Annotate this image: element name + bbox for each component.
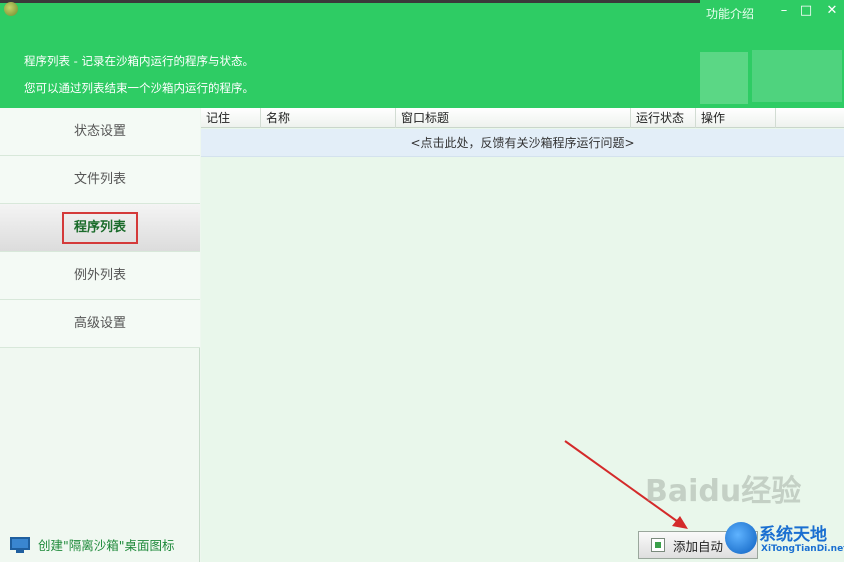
column-action[interactable]: 操作 bbox=[696, 108, 776, 128]
header-description-line1: 程序列表 - 记录在沙箱内运行的程序与状态。 bbox=[24, 54, 254, 68]
sidebar-item-label: 程序列表 bbox=[61, 212, 138, 244]
monitor-icon bbox=[10, 536, 30, 553]
site-logo-icon bbox=[725, 522, 757, 554]
sidebar-item-status-settings[interactable]: 状态设置 bbox=[0, 108, 200, 156]
shortcut-label: 创建"隔离沙箱"桌面图标 bbox=[38, 538, 175, 553]
add-icon bbox=[651, 538, 665, 552]
sidebar-item-program-list[interactable]: 程序列表 bbox=[0, 204, 200, 252]
sidebar-item-label: 文件列表 bbox=[73, 172, 126, 187]
feature-intro-link[interactable]: 功能介绍 bbox=[706, 5, 754, 22]
sidebar-item-advanced-settings[interactable]: 高级设置 bbox=[0, 300, 200, 348]
create-desktop-shortcut-link[interactable]: 创建"隔离沙箱"桌面图标 bbox=[10, 535, 175, 554]
column-run-status[interactable]: 运行状态 bbox=[631, 108, 696, 128]
blurred-image bbox=[752, 50, 842, 102]
header-description-line2: 您可以通过列表结束一个沙箱内运行的程序。 bbox=[24, 81, 254, 95]
sidebar-item-label: 例外列表 bbox=[73, 268, 126, 283]
column-name[interactable]: 名称 bbox=[261, 108, 396, 128]
sidebar-nav: 状态设置 文件列表 程序列表 例外列表 高级设置 创建"隔离沙箱"桌面图标 bbox=[0, 108, 200, 562]
column-window-title[interactable]: 窗口标题 bbox=[396, 108, 631, 128]
add-auto-button-label: 添加自动 bbox=[673, 538, 724, 554]
maximize-icon[interactable]: □ bbox=[796, 2, 816, 20]
site-watermark-title: 系统天地 bbox=[759, 525, 827, 545]
site-watermark-url: XiTongTianDi.net bbox=[761, 544, 844, 554]
column-remember[interactable]: 记住 bbox=[201, 108, 261, 128]
sidebar-item-label: 状态设置 bbox=[73, 124, 126, 139]
title-bar-strip bbox=[0, 0, 700, 3]
blurred-image bbox=[700, 52, 748, 104]
header-banner: 功能介绍 – □ ✕ 程序列表 - 记录在沙箱内运行的程序与状态。 您可以通过列… bbox=[0, 0, 844, 108]
site-watermark: 系统天地 XiTongTianDi.net bbox=[725, 520, 844, 562]
baidu-watermark: Baidu经验 bbox=[645, 474, 802, 509]
close-icon[interactable]: ✕ bbox=[822, 2, 842, 20]
sidebar-item-exception-list[interactable]: 例外列表 bbox=[0, 252, 200, 300]
app-logo-icon bbox=[4, 2, 18, 16]
table-header: 记住 名称 窗口标题 运行状态 操作 bbox=[201, 108, 844, 128]
minimize-icon[interactable]: – bbox=[774, 2, 794, 20]
sidebar-item-label: 高级设置 bbox=[73, 316, 126, 331]
feedback-link-row[interactable]: <点击此处，反馈有关沙箱程序运行问题> bbox=[201, 129, 844, 157]
sidebar-item-file-list[interactable]: 文件列表 bbox=[0, 156, 200, 204]
